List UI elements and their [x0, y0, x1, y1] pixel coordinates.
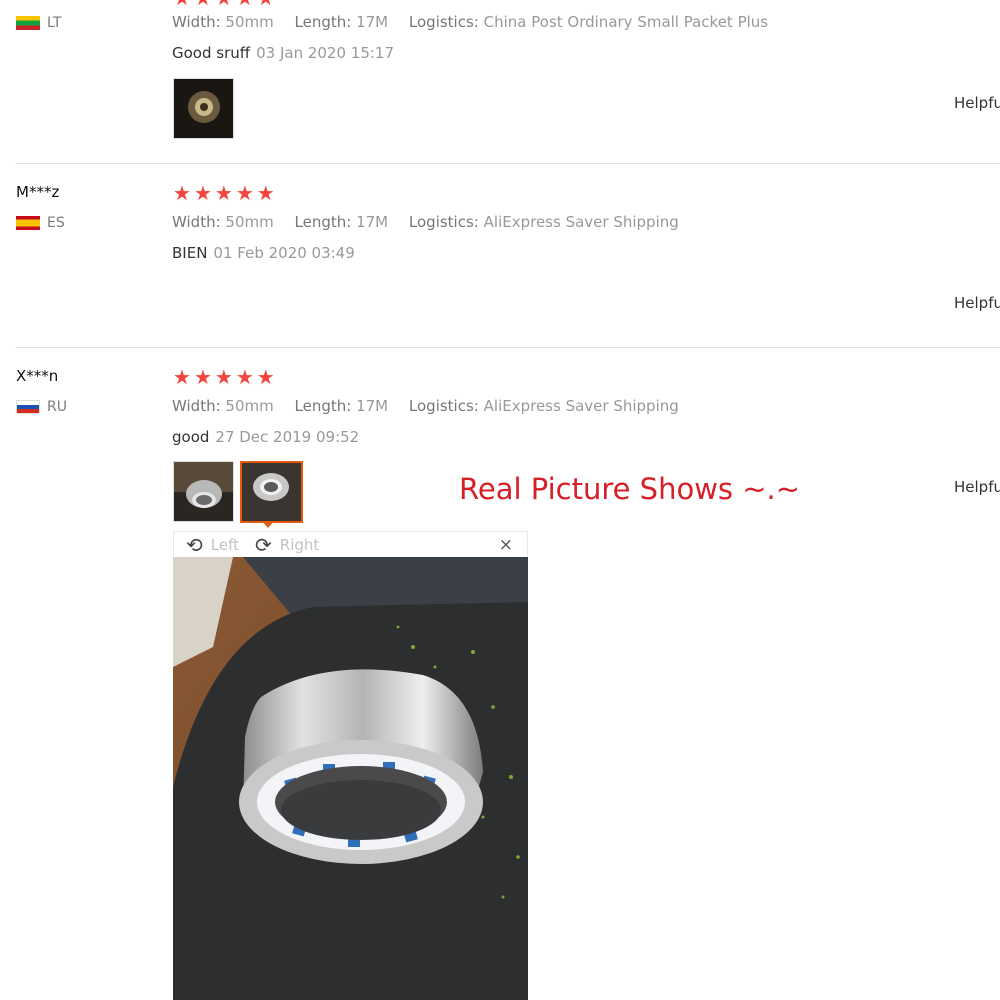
- russia-flag-icon: [16, 400, 40, 414]
- width-value: 50mm: [225, 397, 274, 415]
- width-label: Width:: [172, 213, 221, 231]
- close-icon[interactable]: ×: [499, 535, 513, 555]
- review-1-comment: Good sruff 03 Jan 2020 15:17: [172, 44, 394, 62]
- logistics-value: AliExpress Saver Shipping: [483, 397, 679, 415]
- comment-time: 27 Dec 2019 09:52: [215, 428, 360, 446]
- width-label: Width:: [172, 397, 221, 415]
- rotate-right-icon[interactable]: ⟳: [255, 535, 272, 555]
- rotate-left-button[interactable]: Left: [211, 536, 239, 554]
- length-value: 17M: [356, 13, 389, 31]
- logistics-label: Logistics:: [408, 397, 479, 415]
- star-icon: ★: [256, 181, 275, 205]
- review-1-rating: ★ ★ ★ ★ ★: [173, 0, 275, 8]
- star-icon: ★: [235, 181, 254, 205]
- length-label: Length:: [294, 397, 352, 415]
- star-icon: ★: [214, 181, 233, 205]
- review-1-country: LT: [16, 15, 61, 31]
- review-1-attributes: Width: 50mm Length: 17M Logistics: China…: [172, 13, 768, 31]
- review-divider: [15, 163, 1000, 164]
- comment-text: Good sruff: [172, 44, 251, 62]
- review-2-attributes: Width: 50mm Length: 17M Logistics: AliEx…: [172, 213, 679, 231]
- star-icon: ★: [173, 365, 191, 389]
- comment-time: 01 Feb 2020 03:49: [213, 244, 355, 262]
- real-picture-caption: Real Picture Shows ~.~: [459, 472, 801, 506]
- rotate-left-icon[interactable]: ⟲: [186, 535, 203, 555]
- country-code: LT: [47, 15, 62, 31]
- review-3-user-name: X***n: [16, 367, 59, 385]
- country-code: RU: [47, 399, 67, 415]
- tape-photo-thumbnail: [174, 79, 233, 138]
- length-value: 17M: [356, 397, 389, 415]
- review-divider: [15, 347, 1000, 348]
- length-label: Length:: [294, 13, 352, 31]
- star-icon: ★: [193, 365, 212, 389]
- star-icon: ★: [256, 365, 275, 389]
- tape-photo-thumbnail: [174, 462, 233, 521]
- review-3-photo-thumb-2[interactable]: [240, 461, 303, 523]
- tape-photo-thumbnail: [242, 463, 301, 521]
- review-2-user-name: M***z: [16, 183, 60, 201]
- review-2-comment: BIEN 01 Feb 2020 03:49: [172, 244, 355, 262]
- comment-text: BIEN: [172, 244, 208, 262]
- length-label: Length:: [294, 213, 352, 231]
- width-value: 50mm: [225, 213, 274, 231]
- active-thumb-indicator: [262, 521, 274, 528]
- star-icon: ★: [193, 181, 212, 205]
- width-label: Width:: [172, 13, 221, 31]
- review-3-comment: good 27 Dec 2019 09:52: [172, 428, 359, 446]
- aluminum-tape-photo: [173, 557, 528, 1000]
- review-3-photo-thumb-1[interactable]: [173, 461, 234, 522]
- length-value: 17M: [356, 213, 389, 231]
- logistics-label: Logistics:: [408, 213, 479, 231]
- spain-flag-icon: [16, 216, 40, 230]
- logistics-value: AliExpress Saver Shipping: [483, 213, 679, 231]
- review-3-rating: ★ ★ ★ ★ ★: [173, 367, 275, 387]
- review-1-photo-thumb[interactable]: [173, 78, 234, 139]
- comment-time: 03 Jan 2020 15:17: [256, 44, 395, 62]
- lithuania-flag-icon: [16, 16, 40, 30]
- review-1-helpful[interactable]: Helpful: [954, 94, 1000, 112]
- logistics-value: China Post Ordinary Small Packet Plus: [483, 13, 769, 31]
- review-2-country: ES: [16, 215, 65, 231]
- review-2-rating: ★ ★ ★ ★ ★: [173, 183, 275, 203]
- review-2-helpful[interactable]: Helpful: [954, 294, 1000, 312]
- comment-text: good: [172, 428, 210, 446]
- star-icon: ★: [235, 365, 254, 389]
- star-icon: ★: [214, 365, 233, 389]
- review-photo-large: [173, 557, 528, 1000]
- country-code: ES: [47, 215, 65, 231]
- width-value: 50mm: [225, 13, 274, 31]
- review-3-attributes: Width: 50mm Length: 17M Logistics: AliEx…: [172, 397, 679, 415]
- rotate-right-button[interactable]: Right: [280, 536, 320, 554]
- review-3-country: RU: [16, 399, 67, 415]
- image-viewer-toolbar: ⟲ Left ⟳ Right ×: [173, 531, 528, 557]
- star-icon: ★: [173, 181, 191, 205]
- logistics-label: Logistics:: [408, 13, 479, 31]
- review-3-helpful[interactable]: Helpful: [954, 478, 1000, 496]
